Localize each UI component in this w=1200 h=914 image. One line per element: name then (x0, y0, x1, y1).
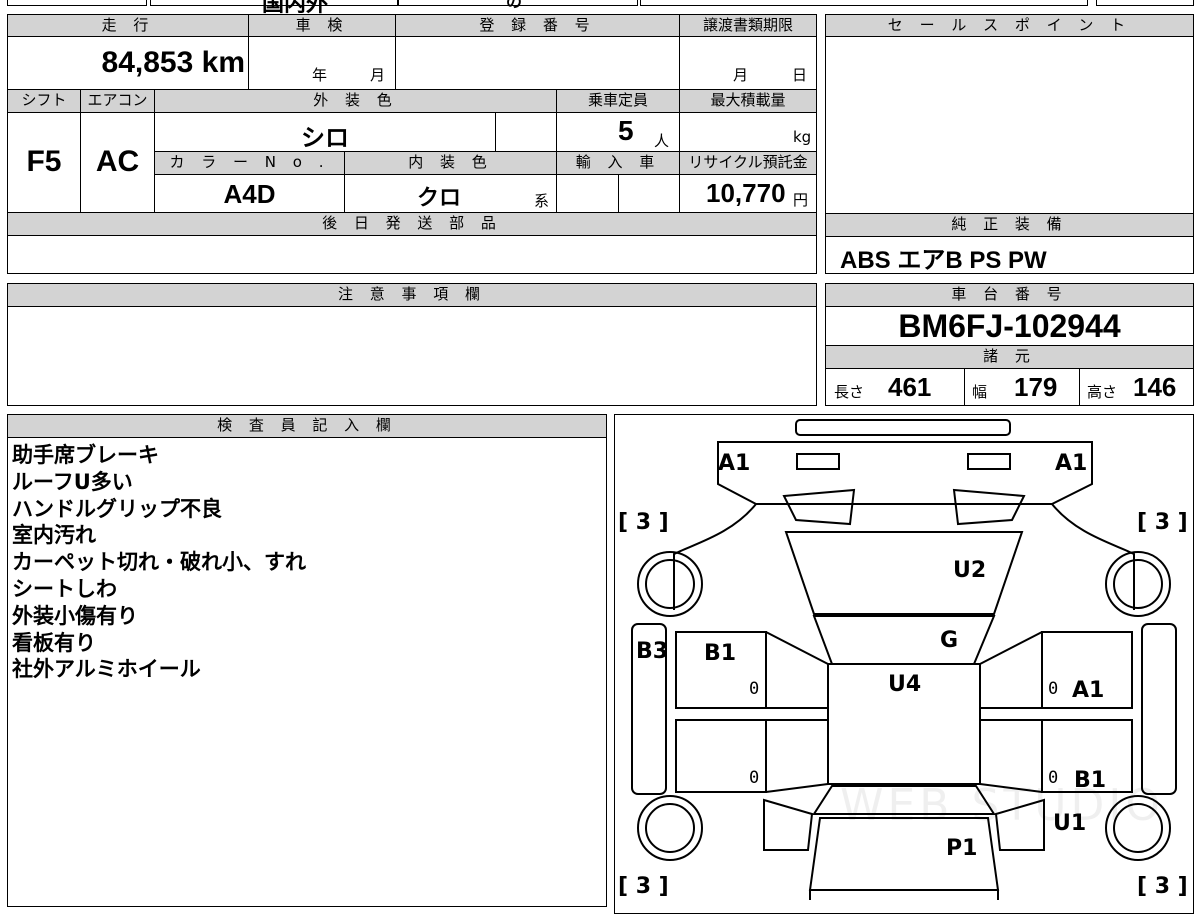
genuine-equipment-value: ABS エアB PS PW (840, 247, 1047, 274)
remarks-area (7, 306, 817, 406)
later-parts-area (7, 235, 817, 274)
sales-point-area (825, 36, 1194, 214)
diagram-hood-mark: U2 (953, 558, 987, 583)
diagram-tire-rl: [ 3 ] (618, 874, 669, 899)
sales-point-header: セ ー ル ス ポ イ ン ト (825, 14, 1194, 37)
color-no-value: A4D (223, 179, 276, 209)
specs-width-value: 179 (1014, 372, 1058, 402)
max-load-header: 最大積載量 (679, 89, 817, 113)
recycle-header: リサイクル預託金 (679, 151, 817, 175)
mileage-value: 84,853 km (101, 46, 245, 79)
inspector-note: 助手席ブレーキ (12, 443, 159, 467)
inspector-note: ルーフU多い (12, 469, 133, 494)
max-load-unit: kg (793, 128, 812, 146)
diagram-left-rocker-mark: B3 (636, 639, 669, 664)
specs-width-label: 幅 (972, 383, 988, 401)
capacity-unit: 人 (654, 132, 670, 150)
interior-color-suffix: 系 (534, 192, 550, 210)
specs-length-label: 長さ (834, 383, 865, 401)
registration-cell (395, 36, 680, 90)
inspector-note: 室内汚れ (12, 523, 96, 548)
diagram-front-left-mark: A1 (718, 451, 751, 476)
diagram-right-front-door-mark: A1 (1072, 678, 1105, 703)
capacity-header: 乗車定員 (556, 89, 680, 113)
top-strip-cell-1 (7, 0, 147, 6)
diagram-tire-fr: [ 3 ] (1137, 510, 1188, 535)
inspector-header: 検 査 員 記 入 欄 (7, 414, 607, 438)
inspector-note: 社外アルミホイール (12, 657, 201, 682)
specs-height-value: 146 (1133, 372, 1177, 402)
specs-height-label: 高さ (1087, 383, 1118, 401)
aircon-value: AC (95, 145, 140, 178)
color-no-header: カ ラ ー N o . (154, 151, 345, 175)
later-parts-header: 後 日 発 送 部 品 (7, 212, 817, 236)
recycle-unit: 円 (793, 191, 809, 209)
diagram-left-front-door-mark: B1 (704, 641, 737, 666)
import-cell-b (618, 174, 680, 213)
interior-color-header: 内 装 色 (344, 151, 557, 175)
inspection-month-label: 月 (370, 66, 386, 84)
mileage-header: 走 行 (7, 14, 249, 37)
inspector-notes: 助手席ブレーキ ルーフU多い ハンドルグリップ不良 室内汚れ カーペット切れ・破… (12, 442, 306, 683)
specs-length-value: 461 (888, 372, 932, 402)
import-header: 輸 入 車 (556, 151, 680, 175)
inspector-note: 外装小傷有り (12, 603, 138, 628)
transfer-header: 譲渡書類期限 (679, 14, 817, 37)
diagram-front-right-mark: A1 (1055, 451, 1088, 476)
shift-header: シフト (7, 89, 81, 113)
diagram-tire-rr: [ 3 ] (1137, 874, 1188, 899)
inspection-year-label: 年 (312, 66, 328, 84)
shift-value: F5 (26, 145, 62, 178)
diagram-roof-mark: U4 (888, 672, 922, 697)
top-strip-mark: の (506, 0, 523, 11)
diagram-windshield-mark: G (940, 628, 959, 653)
chassis-value: BM6FJ-102944 (898, 308, 1121, 344)
watermark: WEB STUDIO (840, 780, 1164, 831)
top-strip-cell-4 (640, 0, 1088, 6)
transfer-month-label: 月 (733, 66, 749, 84)
chassis-header: 車 台 番 号 (825, 283, 1194, 307)
genuine-equipment-header: 純 正 装 備 (825, 213, 1194, 237)
transfer-day-label: 日 (792, 66, 808, 84)
diagram-door-zero: 0 (749, 768, 760, 788)
exterior-color-value: シロ (301, 124, 349, 152)
inspector-note: 看板有り (12, 630, 96, 655)
interior-color-value: クロ (416, 186, 461, 211)
registration-header: 登 録 番 号 (395, 14, 680, 37)
inspector-note: カーペット切れ・破れ小、すれ (12, 550, 306, 575)
inspector-note: シートしわ (12, 576, 117, 601)
inspection-header: 車 検 (248, 14, 396, 37)
diagram-trunk-mark: P1 (946, 836, 978, 861)
aircon-header: エアコン (80, 89, 155, 113)
import-cell-a (556, 174, 619, 213)
diagram-door-zero: 0 (1048, 679, 1059, 699)
exterior-color-header: 外 装 色 (154, 89, 557, 113)
specs-header: 諸 元 (825, 345, 1194, 369)
capacity-value: 5 (618, 115, 634, 146)
diagram-tire-fl: [ 3 ] (618, 510, 669, 535)
remarks-header: 注 意 事 項 欄 (7, 283, 817, 307)
exterior-color-sub-cell (495, 112, 557, 152)
top-strip-cell-5 (1096, 0, 1194, 6)
diagram-door-zero: 0 (749, 679, 760, 699)
recycle-value: 10,770 (706, 178, 786, 208)
inspector-note: ハンドルグリップ不良 (12, 496, 222, 521)
